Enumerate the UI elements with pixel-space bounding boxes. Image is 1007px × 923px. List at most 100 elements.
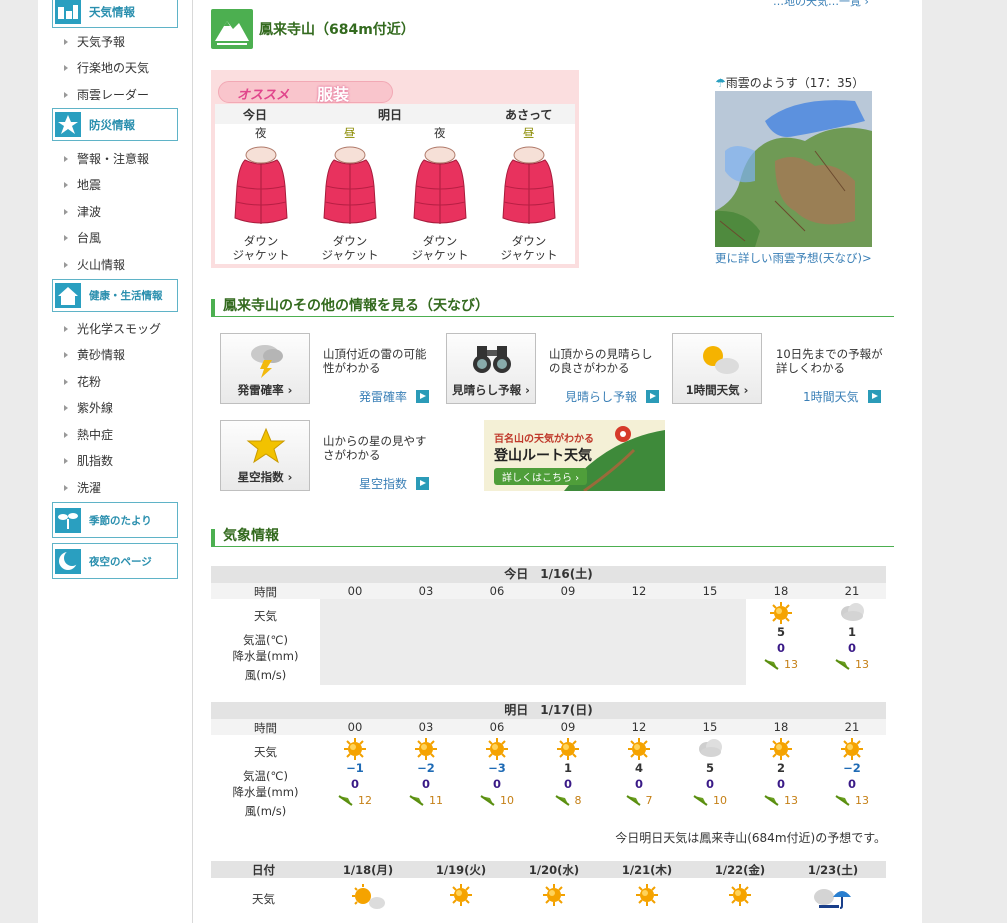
fukuso-label: 服装: [317, 85, 350, 104]
lightning-button[interactable]: 発雷確率 ›: [220, 333, 310, 404]
period: 夜: [434, 126, 446, 140]
weekly-date-cell: 1/19(火): [435, 863, 487, 877]
hour-cell: 00: [347, 720, 363, 734]
view-link[interactable]: 見晴らし予報: [565, 388, 660, 405]
arrow-icon: [867, 390, 881, 403]
starry-sky-button[interactable]: 星空指数 ›: [220, 420, 310, 491]
sidebar-section-health[interactable]: 健康・生活情報: [52, 279, 178, 312]
sidebar-item-pollen[interactable]: 花粉: [64, 373, 101, 393]
sidebar-item-uv[interactable]: 紫外線: [64, 399, 113, 419]
umbrella-icon: ☂: [715, 76, 726, 90]
day-tomorrow: 明日: [378, 108, 403, 122]
rain-cell: 0: [776, 777, 785, 791]
clothing-name: ダウン ジャケット: [232, 234, 290, 262]
hour-cell: 18: [773, 584, 789, 598]
sidebar-item-warnings[interactable]: 警報・注意報: [64, 150, 149, 170]
weekly-date-cell: 1/23(土): [807, 863, 859, 877]
wind-cell: 11: [403, 794, 449, 809]
page-title: 鳳来寺山（684m付近）: [259, 22, 415, 38]
rain-cell: 0: [492, 777, 501, 791]
sidebar-item-heatstroke[interactable]: 熱中症: [64, 426, 113, 446]
sun-icon: [553, 737, 583, 764]
today-date-row: 今日 1/16(土): [211, 566, 886, 583]
sun-icon: [837, 737, 867, 764]
radar-detail-link[interactable]: 更に詳しい雨雲予想(天なび)>: [715, 250, 872, 266]
wind-cell: 10: [474, 794, 520, 809]
lightning-desc: 山頂付近の雷の可能性がわかる: [323, 347, 427, 375]
cloud-icon: [837, 601, 867, 626]
hourly-desc: 10日先までの予報が詳しくわかる: [776, 347, 883, 375]
lightning-link[interactable]: 発雷確率: [359, 388, 430, 405]
sidebar-section-season[interactable]: 季節のたより: [52, 502, 178, 538]
rain-cell: 0: [705, 777, 714, 791]
starry-sky-desc: 山からの星の見やすさがわかる: [323, 434, 427, 462]
weather-icon: [55, 0, 81, 24]
weekly-date-cell: 1/18(月): [342, 863, 394, 877]
hour-cell: 06: [489, 720, 505, 734]
temp-cell: 4: [634, 761, 643, 775]
lightning-icon: [251, 345, 283, 378]
sprout-icon: [55, 507, 81, 533]
arrow-icon: [646, 390, 660, 403]
view-desc: 山頂からの見晴らしの良さがわかる: [549, 347, 653, 375]
sun-icon: [625, 883, 669, 910]
temp-cell: 1: [563, 761, 572, 775]
temp-cell: −1: [346, 761, 364, 775]
hour-cell: 12: [631, 584, 647, 598]
hour-cell: 06: [489, 584, 505, 598]
sidebar-item-volcano[interactable]: 火山情報: [64, 256, 125, 276]
clothing-name: ダウン ジャケット: [321, 234, 379, 262]
wind-cell: 12: [332, 794, 378, 809]
arrow-icon: [416, 390, 430, 403]
weekly-date-cell: 1/20(水): [528, 863, 580, 877]
sidebar-item-typhoon[interactable]: 台風: [64, 229, 101, 249]
radar-map[interactable]: [715, 91, 872, 247]
wind-cell: 10: [687, 794, 733, 809]
period: 昼: [523, 126, 535, 140]
day-after: あさって: [505, 108, 553, 122]
hour-cell: 21: [844, 584, 860, 598]
sidebar-item-radar[interactable]: 雨雲レーダー: [64, 86, 149, 106]
down-jacket-icon: [234, 146, 288, 224]
hour-cell: 18: [773, 720, 789, 734]
sidebar-item-earthquake[interactable]: 地震: [64, 176, 101, 196]
page: 天気情報 天気予報 行楽地の天気 雨雲レーダー 防災情報 警報・注意報 地震 津…: [38, 0, 922, 923]
down-jacket-icon: [502, 146, 556, 224]
sun-icon: [439, 883, 483, 910]
sun-icon: [532, 883, 576, 910]
sun-icon: [411, 737, 441, 764]
sidebar-section-disaster[interactable]: 防災情報: [52, 108, 178, 141]
hour-cell: 03: [418, 584, 434, 598]
forecast-note: 今日明日天気は鳳来寺山(684m付近)の予想です。: [615, 831, 886, 845]
sun-icon: [766, 737, 796, 764]
wind-cell: 13: [829, 658, 875, 673]
period: 夜: [255, 126, 267, 140]
sidebar-section-weather[interactable]: 天気情報: [52, 0, 178, 28]
route-weather-banner[interactable]: 百名山の天気がわかる 登山ルート天気 詳しくはこちら ›: [484, 420, 665, 491]
rain-cell: 0: [847, 777, 856, 791]
hourly-link[interactable]: 1時間天気: [803, 388, 881, 405]
no-data-area: [320, 599, 746, 685]
sidebar-item-laundry[interactable]: 洗濯: [64, 479, 101, 499]
home-icon: [55, 283, 81, 308]
down-jacket-icon: [323, 146, 377, 224]
moon-icon: [55, 548, 81, 574]
osusume-label: オススメ: [237, 88, 290, 103]
hourly-button[interactable]: 1時間天気 ›: [672, 333, 762, 404]
sidebar-item-forecast[interactable]: 天気予報: [64, 33, 125, 53]
view-button[interactable]: 見晴らし予報 ›: [446, 333, 536, 404]
sidebar-item-smog[interactable]: 光化学スモッグ: [64, 320, 161, 340]
sidebar-item-leisure[interactable]: 行楽地の天気: [64, 59, 149, 79]
rain-cell: 0: [350, 777, 359, 791]
sidebar-section-night-sky[interactable]: 夜空のページ: [52, 543, 178, 579]
temp-cell: 1: [847, 625, 856, 639]
hour-cell: 03: [418, 720, 434, 734]
sidebar-item-yellow-sand[interactable]: 黄砂情報: [64, 346, 125, 366]
weather-heading: 気象情報: [211, 529, 894, 547]
starry-sky-link[interactable]: 星空指数: [359, 475, 430, 492]
top-link[interactable]: …地の天気…一覧 ›: [773, 0, 869, 9]
sidebar-item-tsunami[interactable]: 津波: [64, 203, 101, 223]
sidebar-item-skin[interactable]: 肌指数: [64, 452, 113, 472]
sun-icon: [340, 737, 370, 764]
rain-cell: 0: [776, 641, 785, 655]
